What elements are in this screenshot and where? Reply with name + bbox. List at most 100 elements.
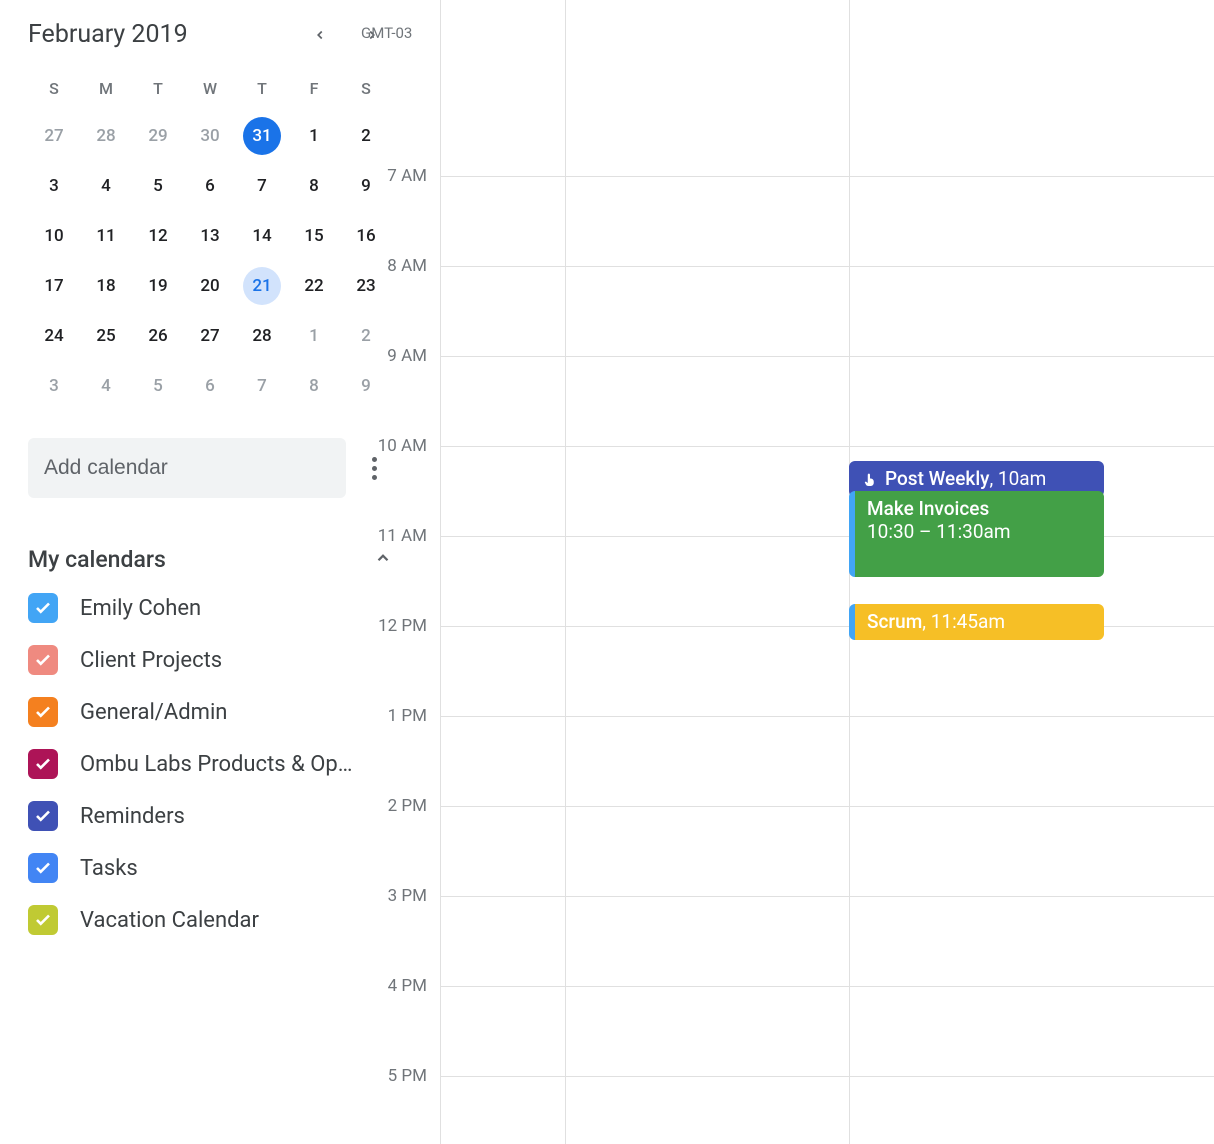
- event-time: , 10am: [989, 467, 1046, 490]
- check-icon: [34, 651, 52, 669]
- mini-calendar-day[interactable]: 20: [184, 264, 236, 308]
- hour-label: 10 AM: [378, 436, 427, 456]
- mini-calendar-day[interactable]: 7: [236, 364, 288, 408]
- mini-calendar-day[interactable]: 6: [184, 164, 236, 208]
- day-of-week-header: W: [184, 69, 236, 108]
- check-icon: [34, 911, 52, 929]
- mini-calendar-day[interactable]: 18: [80, 264, 132, 308]
- mini-calendar-day[interactable]: 1: [288, 314, 340, 358]
- mini-calendar-day[interactable]: 16: [340, 214, 392, 258]
- hour-label: 11 AM: [378, 526, 427, 546]
- hour-line: [441, 806, 1214, 807]
- hour-line: [441, 356, 1214, 357]
- calendar-checkbox[interactable]: [28, 853, 58, 883]
- calendar-item[interactable]: Ombu Labs Products & Op…: [28, 749, 392, 779]
- mini-calendar-day[interactable]: 1: [288, 114, 340, 158]
- calendar-options-button[interactable]: [356, 457, 392, 480]
- calendar-checkbox[interactable]: [28, 749, 58, 779]
- calendar-label: General/Admin: [80, 700, 227, 725]
- mini-calendar-day[interactable]: 31: [236, 114, 288, 158]
- chevron-up-icon: [374, 549, 392, 571]
- calendar-label: Vacation Calendar: [80, 908, 259, 933]
- mini-calendar-day[interactable]: 4: [80, 364, 132, 408]
- hour-line: [441, 986, 1214, 987]
- mini-calendar-day[interactable]: 28: [236, 314, 288, 358]
- mini-calendar-day[interactable]: 14: [236, 214, 288, 258]
- mini-calendar-day[interactable]: 17: [28, 264, 80, 308]
- mini-calendar-day[interactable]: 15: [288, 214, 340, 258]
- hour-label: 3 PM: [388, 886, 427, 906]
- mini-calendar-day[interactable]: 12: [132, 214, 184, 258]
- calendar-checkbox[interactable]: [28, 645, 58, 675]
- mini-calendar-day[interactable]: 8: [288, 364, 340, 408]
- mini-calendar-day[interactable]: 13: [184, 214, 236, 258]
- mini-calendar-day[interactable]: 25: [80, 314, 132, 358]
- mini-calendar-day[interactable]: 11: [80, 214, 132, 258]
- hour-line: [441, 716, 1214, 717]
- mini-calendar-day[interactable]: 28: [80, 114, 132, 158]
- mini-calendar-day[interactable]: 30: [184, 114, 236, 158]
- check-icon: [34, 807, 52, 825]
- check-icon: [34, 755, 52, 773]
- calendar-label: Emily Cohen: [80, 596, 201, 621]
- calendar-checkbox[interactable]: [28, 697, 58, 727]
- mini-calendar-day[interactable]: 22: [288, 264, 340, 308]
- calendar-list: Emily Cohen Client Projects General/Admin O…: [28, 593, 392, 935]
- calendar-checkbox[interactable]: [28, 905, 58, 935]
- mini-calendar-day[interactable]: 2: [340, 314, 392, 358]
- day-of-week-header: T: [236, 69, 288, 108]
- mini-calendar-day[interactable]: 9: [340, 364, 392, 408]
- calendar-event[interactable]: Scrum, 11:45am: [849, 604, 1104, 640]
- calendar-item[interactable]: General/Admin: [28, 697, 392, 727]
- timezone-label: GMT-03: [361, 24, 412, 42]
- mini-calendar-day[interactable]: 19: [132, 264, 184, 308]
- mini-calendar-day[interactable]: 27: [28, 114, 80, 158]
- mini-calendar-day[interactable]: 3: [28, 364, 80, 408]
- check-icon: [34, 599, 52, 617]
- calendar-checkbox[interactable]: [28, 593, 58, 623]
- hour-line: [441, 446, 1214, 447]
- calendar-item[interactable]: Vacation Calendar: [28, 905, 392, 935]
- mini-calendar-day[interactable]: 2: [340, 114, 392, 158]
- hour-label: 7 AM: [387, 166, 427, 186]
- mini-calendar-day[interactable]: 26: [132, 314, 184, 358]
- calendar-item[interactable]: Client Projects: [28, 645, 392, 675]
- mini-calendar-day[interactable]: 4: [80, 164, 132, 208]
- hour-line: [441, 266, 1214, 267]
- day-view[interactable]: GMT-03 7 AM8 AM9 AM10 AM11 AM12 PM1 PM2 …: [440, 0, 1214, 1144]
- mini-calendar-day[interactable]: 7: [236, 164, 288, 208]
- calendar-event[interactable]: Make Invoices10:30 – 11:30am: [849, 491, 1104, 577]
- more-vert-icon: [372, 457, 377, 462]
- chevron-left-icon: [313, 28, 327, 42]
- mini-calendar-title: February 2019: [28, 20, 188, 49]
- mini-calendar-day[interactable]: 5: [132, 364, 184, 408]
- mini-calendar-day[interactable]: 8: [288, 164, 340, 208]
- day-of-week-header: M: [80, 69, 132, 108]
- prev-month-button[interactable]: [306, 21, 334, 49]
- mini-calendar-day[interactable]: 24: [28, 314, 80, 358]
- mini-calendar-day[interactable]: 6: [184, 364, 236, 408]
- mini-calendar-day[interactable]: 27: [184, 314, 236, 358]
- hour-line: [441, 1076, 1214, 1077]
- day-of-week-header: F: [288, 69, 340, 108]
- mini-calendar-day[interactable]: 10: [28, 214, 80, 258]
- calendar-item[interactable]: Tasks: [28, 853, 392, 883]
- calendar-item[interactable]: Reminders: [28, 801, 392, 831]
- mini-calendar-day[interactable]: 5: [132, 164, 184, 208]
- calendar-label: Tasks: [80, 856, 138, 881]
- add-calendar-input[interactable]: [28, 438, 346, 498]
- hour-line: [441, 896, 1214, 897]
- event-title: Scrum: [867, 610, 922, 633]
- mini-calendar-grid: SMTWTFS272829303112345678910111213141516…: [28, 69, 392, 408]
- mini-calendar-day[interactable]: 3: [28, 164, 80, 208]
- my-calendars-toggle[interactable]: My calendars: [28, 546, 392, 573]
- mini-calendar-day[interactable]: 29: [132, 114, 184, 158]
- event-time: , 11:45am: [922, 610, 1005, 633]
- calendar-item[interactable]: Emily Cohen: [28, 593, 392, 623]
- calendar-label: Client Projects: [80, 648, 222, 673]
- mini-calendar-day[interactable]: 23: [340, 264, 392, 308]
- mini-calendar-day[interactable]: 9: [340, 164, 392, 208]
- calendar-checkbox[interactable]: [28, 801, 58, 831]
- calendar-label: Ombu Labs Products & Op…: [80, 752, 352, 777]
- mini-calendar-day[interactable]: 21: [236, 264, 288, 308]
